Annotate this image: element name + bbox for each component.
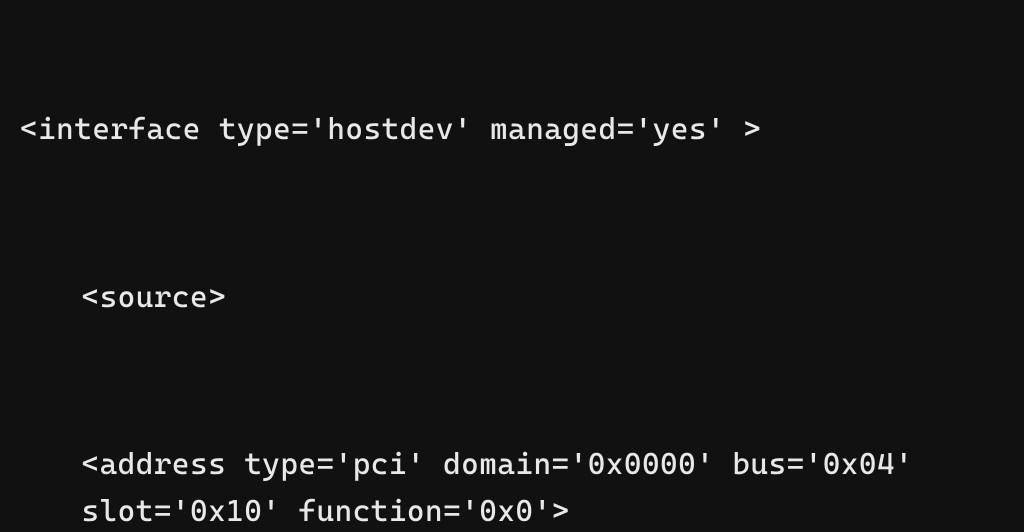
code-line: <address type='pci' domain='0x0000' bus=…: [20, 442, 1004, 532]
xml-code-block: <interface type='hostdev' managed='yes' …: [0, 0, 1024, 532]
code-line: <interface type='hostdev' managed='yes' …: [20, 107, 1004, 154]
code-line: <source>: [20, 275, 1004, 322]
